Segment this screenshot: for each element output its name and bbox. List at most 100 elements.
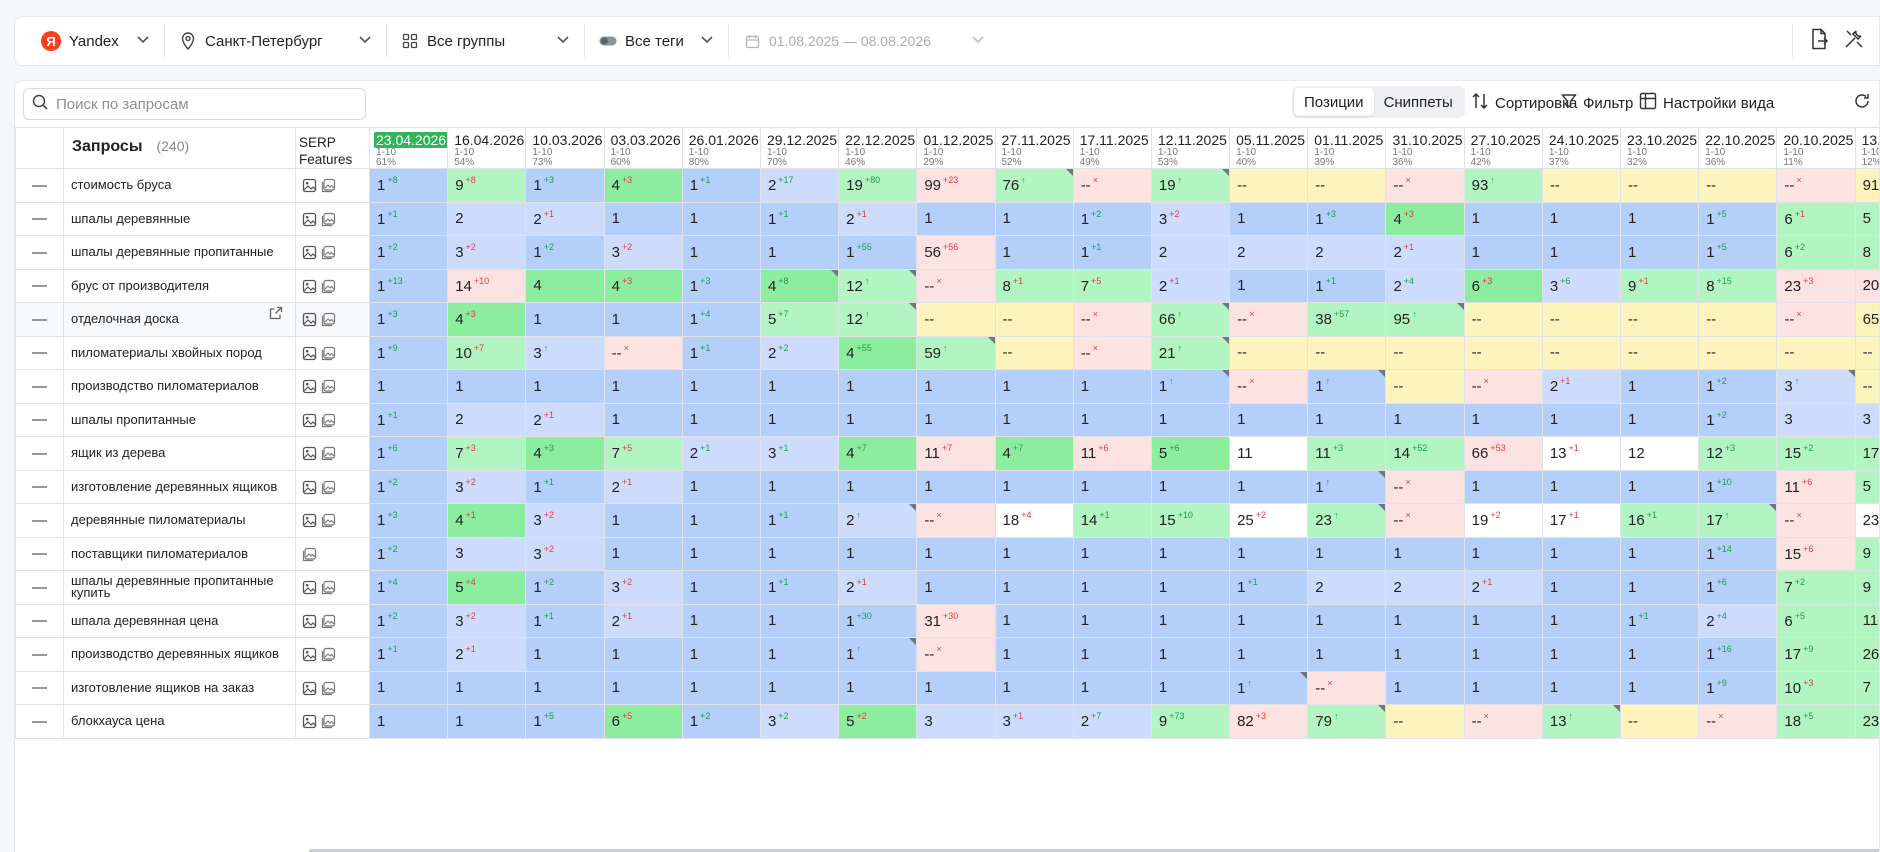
- position-cell[interactable]: 2 +7: [1072, 704, 1152, 739]
- position-cell[interactable]: 1: [994, 536, 1074, 571]
- position-cell[interactable]: 1: [759, 469, 840, 504]
- position-cell[interactable]: 23 +3: [1776, 268, 1856, 303]
- row-collapse-toggle[interactable]: —: [15, 335, 64, 370]
- position-cell[interactable]: 1: [1307, 637, 1387, 672]
- position-cell[interactable]: --: [1385, 704, 1465, 739]
- position-cell[interactable]: --: [1854, 335, 1879, 370]
- position-cell[interactable]: 7: [1854, 670, 1879, 705]
- table-row[interactable]: — производство пиломатериалов 1 1 1 1 1 1 1 1 1 1 1 ↑…: [15, 369, 1879, 404]
- position-cell[interactable]: 1 +2: [525, 235, 605, 270]
- query-cell[interactable]: производство деревянных ящиков: [63, 637, 296, 672]
- position-cell[interactable]: 1 +2: [525, 570, 605, 605]
- row-collapse-toggle[interactable]: —: [15, 235, 64, 270]
- position-cell[interactable]: 12 +3: [1698, 436, 1778, 471]
- position-cell[interactable]: 17 +1: [1541, 503, 1622, 538]
- position-cell[interactable]: 1 ↑: [838, 637, 918, 672]
- position-cell[interactable]: 1: [368, 704, 449, 739]
- position-cell[interactable]: 10 +7: [447, 335, 527, 370]
- position-cell[interactable]: 1 +3: [681, 268, 761, 303]
- position-cell[interactable]: 66 ↑: [1150, 302, 1231, 337]
- position-cell[interactable]: 1: [1619, 469, 1700, 504]
- position-cell[interactable]: 11: [1229, 436, 1309, 471]
- image-gallery-icon[interactable]: [321, 480, 336, 495]
- position-cell[interactable]: 1: [1307, 536, 1387, 571]
- position-cell[interactable]: 1: [1463, 235, 1543, 270]
- image-gallery-icon[interactable]: [321, 212, 336, 227]
- position-cell[interactable]: 1: [994, 402, 1074, 437]
- position-cell[interactable]: 76 ↑: [994, 168, 1074, 203]
- position-cell[interactable]: 1 +6: [368, 436, 449, 471]
- position-cell[interactable]: 17 ↑: [1698, 503, 1778, 538]
- position-cell[interactable]: 1: [1541, 469, 1622, 504]
- position-cell[interactable]: 2: [1385, 570, 1465, 605]
- position-cell[interactable]: -- ×: [1776, 302, 1856, 337]
- position-cell[interactable]: 5: [1854, 201, 1879, 236]
- position-cell[interactable]: --: [1698, 335, 1778, 370]
- position-cell[interactable]: 1 +13: [368, 268, 449, 303]
- image-gallery-icon[interactable]: [302, 547, 317, 562]
- image-gallery-icon[interactable]: [321, 446, 336, 461]
- query-cell[interactable]: брус от производителя: [63, 268, 296, 303]
- position-cell[interactable]: 1 +2: [368, 235, 449, 270]
- position-cell[interactable]: 13 +1: [1541, 436, 1622, 471]
- table-row[interactable]: — стоимость бруса 1 +8 9 +8 1 +3 4 +3 1 +1 2 +17 19 +80…: [15, 168, 1879, 203]
- position-cell[interactable]: --: [1698, 168, 1778, 203]
- image-results-icon[interactable]: [302, 580, 317, 595]
- position-cell[interactable]: --: [994, 335, 1074, 370]
- position-cell[interactable]: --: [1698, 302, 1778, 337]
- position-cell[interactable]: 2 +1: [525, 402, 605, 437]
- position-cell[interactable]: 8 +1: [994, 268, 1074, 303]
- position-cell[interactable]: 1 +1: [368, 201, 449, 236]
- image-results-icon[interactable]: [302, 681, 317, 696]
- position-cell[interactable]: 31 +30: [916, 603, 996, 638]
- position-cell[interactable]: 1: [603, 536, 683, 571]
- query-cell[interactable]: поставщики пиломатериалов: [63, 536, 296, 571]
- image-gallery-icon[interactable]: [321, 312, 336, 327]
- position-cell[interactable]: 1: [1541, 201, 1622, 236]
- position-cell[interactable]: 1: [994, 603, 1074, 638]
- row-collapse-toggle[interactable]: —: [15, 302, 64, 337]
- position-cell[interactable]: 2 +2: [759, 335, 840, 370]
- image-gallery-icon[interactable]: [321, 413, 336, 428]
- table-row[interactable]: — изготовление деревянных ящиков 1 +2 3 +2 1 +1…: [15, 469, 1879, 504]
- position-cell[interactable]: 1: [759, 369, 840, 404]
- position-cell[interactable]: 1: [1307, 603, 1387, 638]
- position-cell[interactable]: --: [1619, 302, 1700, 337]
- table-row[interactable]: — шпала деревянная цена 1 +2 3 +2 1 +1 2 +1 1 1 1 +30…: [15, 603, 1879, 638]
- row-collapse-toggle[interactable]: —: [15, 503, 64, 538]
- date-column-header[interactable]: 26.01.2026 1-10 80%: [681, 127, 761, 169]
- position-cell[interactable]: 1: [1463, 201, 1543, 236]
- position-cell[interactable]: 3 +6: [1541, 268, 1622, 303]
- position-cell[interactable]: 16 +1: [1619, 503, 1700, 538]
- position-cell[interactable]: 2: [447, 201, 527, 236]
- position-cell[interactable]: 79 ↑: [1307, 704, 1387, 739]
- position-cell[interactable]: 1: [525, 302, 605, 337]
- image-gallery-icon[interactable]: [321, 346, 336, 361]
- position-cell[interactable]: 1 +1: [368, 402, 449, 437]
- position-cell[interactable]: 4 +3: [447, 302, 527, 337]
- position-cell[interactable]: 2 +1: [1385, 235, 1465, 270]
- position-cell[interactable]: -- ×: [1463, 704, 1543, 739]
- position-cell[interactable]: 3 +2: [447, 469, 527, 504]
- position-cell[interactable]: -- ×: [1385, 168, 1465, 203]
- position-cell[interactable]: 65: [1854, 302, 1879, 337]
- image-results-icon[interactable]: [302, 279, 317, 294]
- image-gallery-icon[interactable]: [321, 379, 336, 394]
- position-cell[interactable]: 14 +52: [1385, 436, 1465, 471]
- position-cell[interactable]: 1: [603, 637, 683, 672]
- position-cell[interactable]: 1: [759, 536, 840, 571]
- image-gallery-icon[interactable]: [321, 513, 336, 528]
- date-range-select[interactable]: 01.08.2025 — 08.08.2026: [729, 24, 999, 58]
- position-cell[interactable]: 1: [1072, 637, 1152, 672]
- query-cell[interactable]: производство пиломатериалов: [63, 369, 296, 404]
- image-gallery-icon[interactable]: [321, 681, 336, 696]
- position-cell[interactable]: 9 +73: [1150, 704, 1231, 739]
- position-cell[interactable]: 1: [1541, 603, 1622, 638]
- position-cell[interactable]: 2: [447, 402, 527, 437]
- position-cell[interactable]: -- ×: [1072, 168, 1152, 203]
- position-cell[interactable]: 2 +1: [838, 570, 918, 605]
- tags-select[interactable]: Все теги: [585, 24, 729, 58]
- position-cell[interactable]: 1: [1385, 603, 1465, 638]
- position-cell[interactable]: 1 +55: [838, 235, 918, 270]
- position-cell[interactable]: 3 +2: [603, 570, 683, 605]
